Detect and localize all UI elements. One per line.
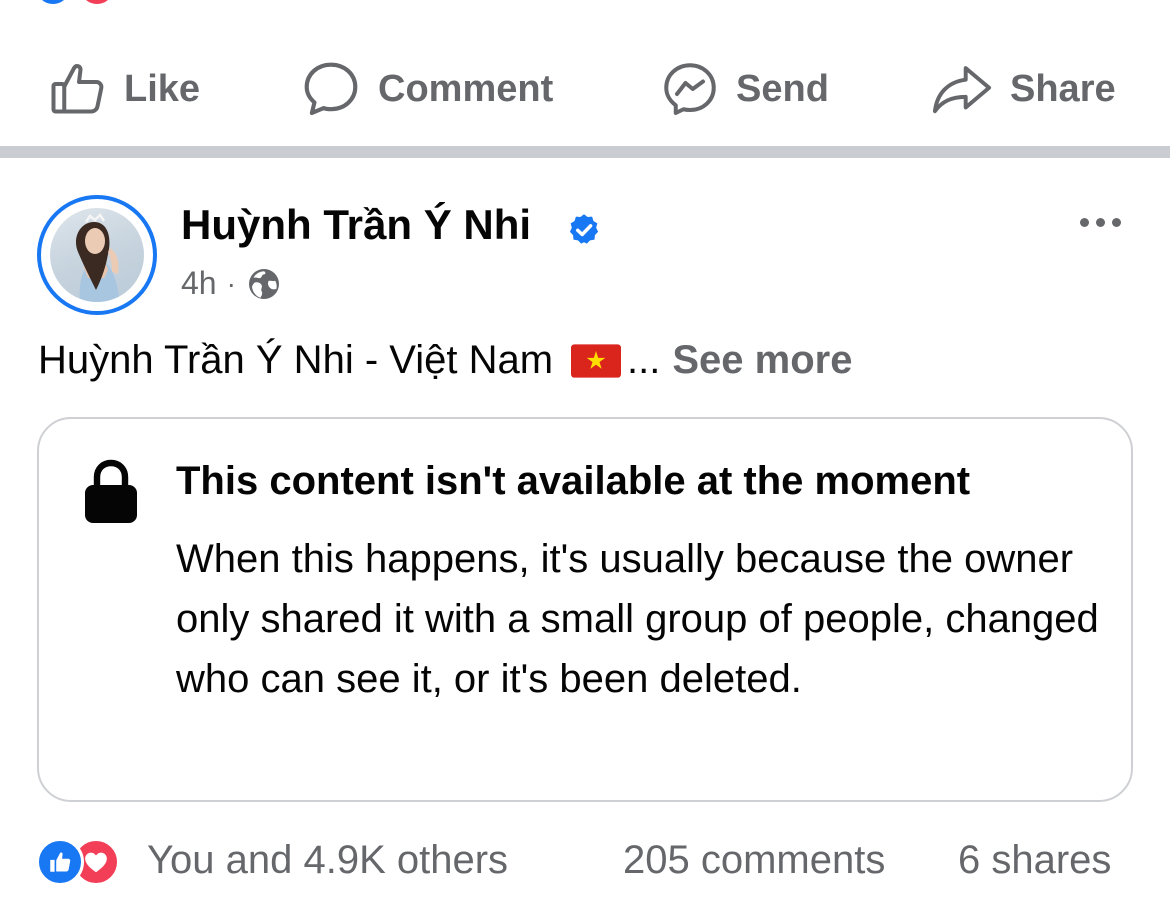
more-dot-icon [1096,218,1105,227]
send-button[interactable]: Send [660,44,829,134]
share-count[interactable]: 6 shares [958,838,1111,883]
card-body: When this happens, it's usually because … [176,537,1099,701]
lock-icon [85,459,137,523]
author-avatar[interactable] [37,195,157,315]
card-title: This content isn't available at the mome… [176,459,971,503]
post-caption: Huỳnh Trần Ý Nhi - Việt Nam [38,338,554,382]
feed-divider [0,146,1170,158]
like-reaction-icon [36,838,84,886]
thumbs-up-icon [51,64,104,114]
comment-button[interactable]: Comment [300,44,553,134]
globe-icon [248,268,279,299]
messenger-icon [664,63,716,115]
comment-label: Comment [378,67,554,110]
share-button[interactable]: Share [930,44,1116,134]
post-meta: 4h · [181,265,282,302]
post-text: Huỳnh Trần Ý Nhi - Việt Nam ... See more [38,338,852,383]
verified-badge-icon [569,214,599,244]
send-label: Send [736,67,829,110]
like-button[interactable]: Like [48,44,200,134]
vietnam-flag-icon [571,343,622,378]
love-reaction-icon [82,0,112,4]
avatar-photo [50,208,144,302]
post-timestamp[interactable]: 4h [181,265,217,302]
caption-ellipsis: ... [627,338,661,382]
like-reaction-icon [38,0,68,4]
meta-separator: · [226,267,236,299]
comment-bubble-icon [304,62,358,116]
facebook-feed: Like Comment Send Share Huỳnh Trần Ý Nhi… [0,0,1170,912]
previous-post-reactions [38,0,158,4]
share-label: Share [1010,67,1116,110]
more-dot-icon [1112,218,1121,227]
more-dot-icon [1080,218,1089,227]
content-unavailable-card: This content isn't available at the mome… [37,417,1133,802]
post-options-button[interactable] [1080,218,1128,227]
avatar-portrait-image [75,213,120,302]
author-name[interactable]: Huỳnh Trần Ý Nhi [181,201,531,249]
like-label: Like [124,67,201,110]
comment-count[interactable]: 205 comments [623,838,885,883]
reaction-count[interactable]: You and 4.9K others [147,838,508,883]
see-more-link[interactable]: See more [672,338,852,383]
reaction-icons[interactable] [36,838,136,886]
share-arrow-icon [932,66,992,114]
post-action-bar: Like Comment Send Share [0,44,1170,134]
